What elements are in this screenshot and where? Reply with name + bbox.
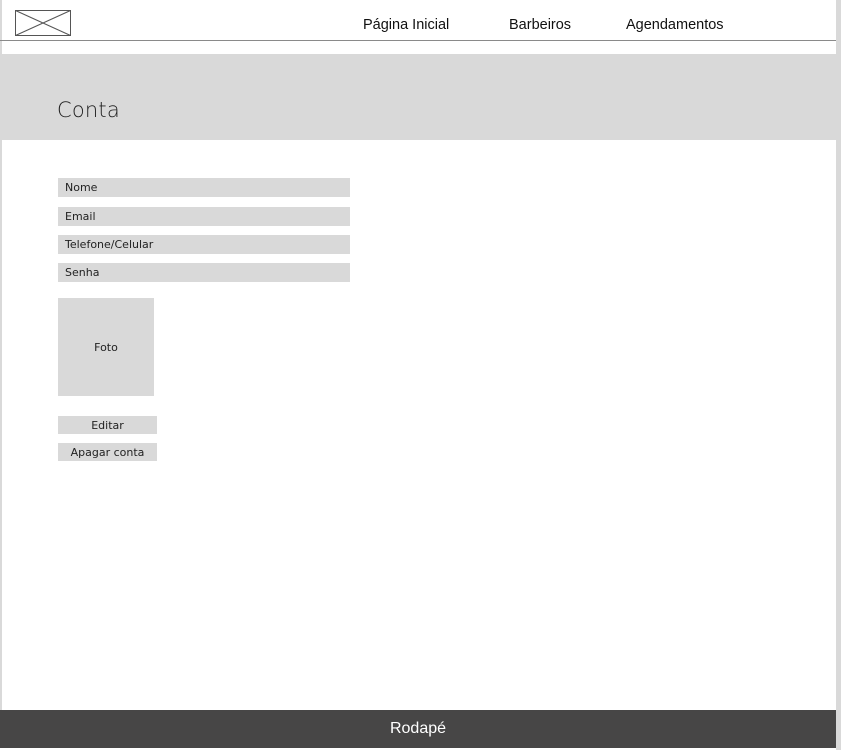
footer: Rodapé — [0, 710, 836, 748]
edit-button-label: Editar — [91, 418, 124, 432]
page-title: Conta — [57, 98, 120, 122]
delete-account-button-label: Apagar conta — [70, 445, 145, 459]
page-frame-right — [836, 0, 841, 750]
password-field[interactable]: Senha — [58, 263, 350, 282]
photo-placeholder[interactable]: Foto — [58, 298, 154, 396]
photo-label: Foto — [94, 340, 118, 354]
footer-label: Rodapé — [389, 720, 447, 737]
edit-button[interactable]: Editar — [58, 416, 157, 434]
name-field[interactable]: Nome — [58, 178, 350, 197]
header-divider — [0, 40, 836, 41]
nav-barbers-link[interactable]: Barbeiros — [509, 17, 571, 33]
email-field[interactable]: Email — [58, 207, 350, 226]
phone-field[interactable]: Telefone/Celular — [58, 235, 350, 254]
delete-account-button[interactable]: Apagar conta — [58, 443, 157, 461]
nav-bookings-link[interactable]: Agendamentos — [626, 17, 724, 33]
nav-home-link[interactable]: Página Inicial — [363, 17, 449, 33]
page-banner — [0, 54, 836, 140]
logo-placeholder-icon[interactable] — [15, 10, 71, 36]
